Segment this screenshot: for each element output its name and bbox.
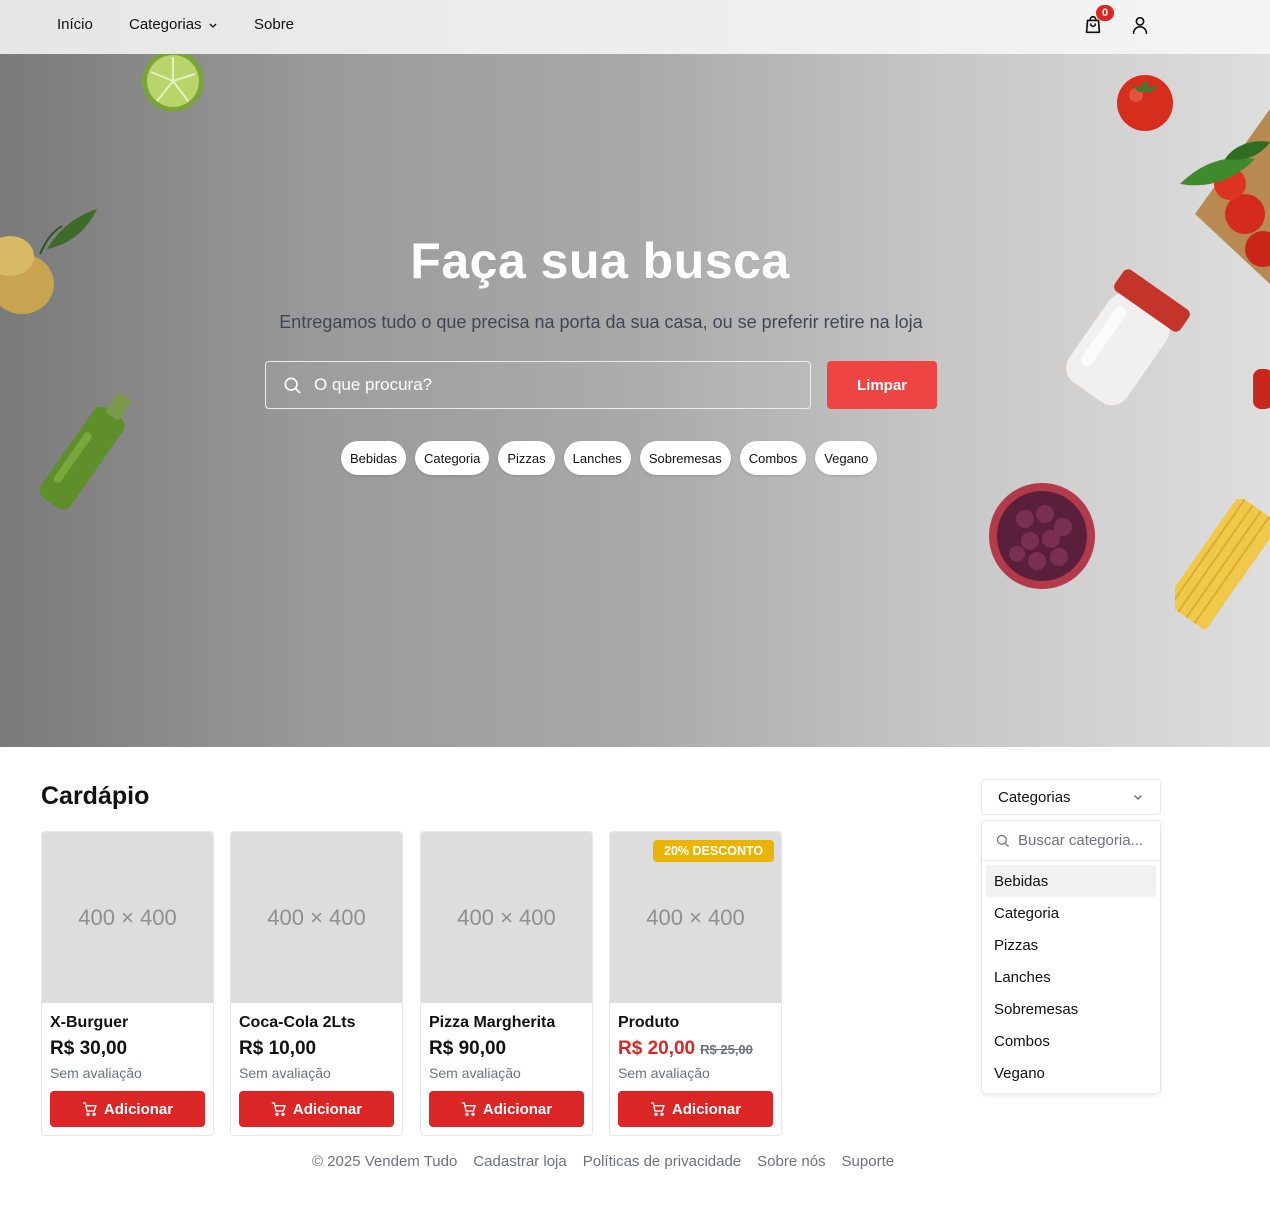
category-select-value: Categorias bbox=[998, 788, 1071, 806]
add-to-cart-button[interactable]: Adicionar bbox=[50, 1091, 205, 1127]
product-card[interactable]: 400 × 400 20% DESCONTO Produto R$ 20,00 … bbox=[609, 831, 782, 1136]
add-to-cart-button[interactable]: Adicionar bbox=[618, 1091, 773, 1127]
category-option-lanches[interactable]: Lanches bbox=[986, 961, 1156, 993]
hero-banner: Faça sua busca Entregamos tudo o que pre… bbox=[0, 54, 1270, 747]
category-chips: Bebidas Categoria Pizzas Lanches Sobreme… bbox=[341, 441, 878, 475]
category-dropdown: Bebidas Categoria Pizzas Lanches Sobreme… bbox=[981, 820, 1161, 1094]
grapes-bowl-image bbox=[989, 483, 1095, 589]
category-option-pizzas[interactable]: Pizzas bbox=[986, 929, 1156, 961]
chevron-down-icon bbox=[1134, 795, 1142, 800]
product-price-value: R$ 90,00 bbox=[429, 1038, 507, 1059]
chip-combos[interactable]: Combos bbox=[739, 441, 807, 475]
product-price: R$ 90,00 bbox=[429, 1038, 506, 1060]
olive-oil-bottle-image bbox=[39, 393, 131, 510]
category-option-bebidas[interactable]: Bebidas bbox=[986, 865, 1156, 897]
product-image-placeholder: 400 × 400 bbox=[421, 832, 592, 1003]
category-search-input[interactable] bbox=[1018, 832, 1153, 849]
product-rating: Sem avaliação bbox=[239, 1065, 331, 1081]
nav-categories-menu[interactable]: Categorias bbox=[129, 16, 218, 33]
chevron-down-icon bbox=[209, 23, 217, 28]
chili-pepper-image bbox=[1253, 369, 1270, 409]
footer-link-support[interactable]: Suporte bbox=[842, 1153, 895, 1170]
discount-badge: 20% DESCONTO bbox=[653, 840, 775, 862]
top-navbar: Início Categorias Sobre 0 bbox=[0, 0, 1270, 54]
category-option-sobremesas[interactable]: Sobremesas bbox=[986, 993, 1156, 1025]
product-name: X-Burguer bbox=[50, 1014, 129, 1031]
add-to-cart-label: Adicionar bbox=[103, 1100, 174, 1118]
hero-title: Faça sua busca bbox=[410, 233, 790, 289]
cart-count-badge: 0 bbox=[1096, 5, 1114, 21]
menu-title: Cardápio bbox=[41, 782, 150, 810]
footer-link-about[interactable]: Sobre nós bbox=[757, 1153, 825, 1170]
category-option-combos[interactable]: Combos bbox=[986, 1025, 1156, 1057]
add-to-cart-label: Adicionar bbox=[292, 1100, 363, 1118]
add-to-cart-button[interactable]: Adicionar bbox=[429, 1091, 584, 1127]
nav-home-link[interactable]: Início bbox=[57, 16, 93, 33]
product-name: Produto bbox=[618, 1014, 680, 1031]
category-search-box[interactable] bbox=[982, 821, 1160, 861]
product-price: R$ 30,00 bbox=[50, 1038, 127, 1060]
cart-icon bbox=[650, 1102, 665, 1116]
product-price-value: R$ 10,00 bbox=[239, 1038, 317, 1059]
cart-icon bbox=[82, 1102, 97, 1116]
category-options: Bebidas Categoria Pizzas Lanches Sobreme… bbox=[982, 861, 1160, 1093]
product-card[interactable]: 400 × 400 X-Burguer R$ 30,00 Sem avaliaç… bbox=[41, 831, 214, 1136]
product-price: R$ 10,00 bbox=[239, 1038, 316, 1060]
spaghetti-image bbox=[1175, 499, 1270, 629]
lime-slice-image bbox=[142, 54, 204, 112]
footer-copyright: © 2025 Vendem Tudo bbox=[312, 1153, 458, 1170]
product-rating: Sem avaliação bbox=[429, 1065, 521, 1081]
clear-button[interactable]: Limpar bbox=[827, 361, 937, 409]
product-name: Pizza Margherita bbox=[429, 1014, 556, 1031]
product-image-placeholder: 400 × 400 bbox=[42, 832, 213, 1003]
chip-lanches[interactable]: Lanches bbox=[563, 441, 631, 475]
category-option-vegano[interactable]: Vegano bbox=[986, 1057, 1156, 1089]
category-option-categoria[interactable]: Categoria bbox=[986, 897, 1156, 929]
nav-categories-label: Categorias bbox=[129, 16, 202, 33]
add-to-cart-button[interactable]: Adicionar bbox=[239, 1091, 394, 1127]
chip-categoria[interactable]: Categoria bbox=[414, 441, 490, 475]
chip-vegano[interactable]: Vegano bbox=[815, 441, 878, 475]
search-icon bbox=[996, 834, 1009, 847]
user-icon[interactable] bbox=[1129, 14, 1151, 36]
product-rating: Sem avaliação bbox=[618, 1065, 710, 1081]
footer-link-register-store[interactable]: Cadastrar loja bbox=[473, 1153, 566, 1170]
cart-icon bbox=[461, 1102, 476, 1116]
search-input[interactable] bbox=[314, 362, 810, 408]
product-rating: Sem avaliação bbox=[50, 1065, 142, 1081]
product-price-value: R$ 30,00 bbox=[50, 1038, 128, 1059]
footer: © 2025 Vendem Tudo Cadastrar loja Políti… bbox=[312, 1153, 894, 1170]
product-price: R$ 20,00 R$ 25,00 bbox=[618, 1038, 753, 1060]
add-to-cart-label: Adicionar bbox=[482, 1100, 553, 1118]
nav-about-link[interactable]: Sobre bbox=[254, 16, 294, 33]
product-card[interactable]: 400 × 400 Pizza Margherita R$ 90,00 Sem … bbox=[420, 831, 593, 1136]
hero-subtitle: Entregamos tudo o que precisa na porta d… bbox=[279, 312, 923, 332]
chip-bebidas[interactable]: Bebidas bbox=[341, 441, 406, 475]
search-icon bbox=[284, 377, 301, 394]
product-image-placeholder: 400 × 400 bbox=[231, 832, 402, 1003]
product-old-price: R$ 25,00 bbox=[700, 1042, 753, 1057]
cart-icon bbox=[271, 1102, 286, 1116]
footer-link-privacy[interactable]: Políticas de privacidade bbox=[583, 1153, 741, 1170]
product-card[interactable]: 400 × 400 Coca-Cola 2Lts R$ 10,00 Sem av… bbox=[230, 831, 403, 1136]
add-to-cart-label: Adicionar bbox=[671, 1100, 742, 1118]
tomato-image bbox=[1117, 75, 1173, 131]
product-name: Coca-Cola 2Lts bbox=[239, 1014, 356, 1031]
chip-pizzas[interactable]: Pizzas bbox=[498, 441, 555, 475]
category-select[interactable]: Categorias bbox=[981, 779, 1161, 815]
chip-sobremesas[interactable]: Sobremesas bbox=[639, 441, 731, 475]
search-box[interactable] bbox=[265, 361, 811, 409]
product-sale-price: R$ 20,00 bbox=[618, 1038, 696, 1059]
